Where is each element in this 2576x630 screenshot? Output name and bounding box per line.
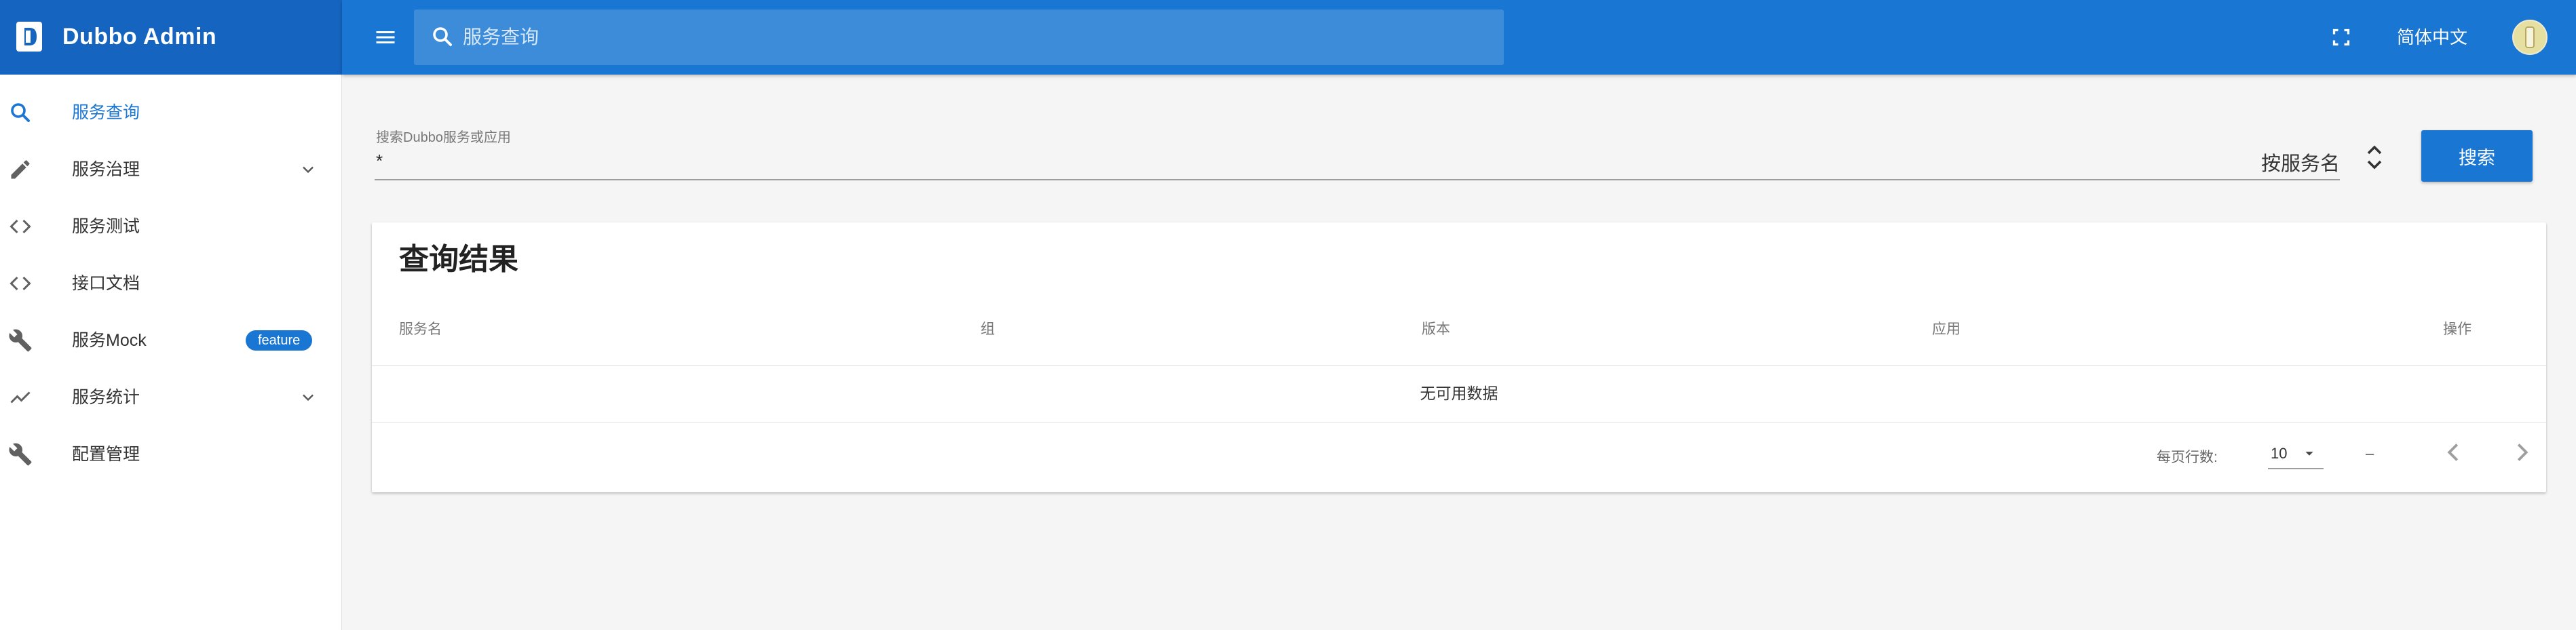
fullscreen-icon[interactable] — [2329, 25, 2353, 50]
sidebar-item-label: 服务测试 — [72, 217, 140, 236]
column-header-group[interactable]: 组 — [981, 320, 995, 339]
code-icon — [10, 219, 31, 234]
avatar-figure — [2525, 26, 2535, 48]
sidebar-item-config-management[interactable]: 配置管理 — [0, 426, 342, 483]
chevron-down-icon[interactable] — [299, 388, 318, 407]
unfold-icon[interactable] — [2364, 141, 2385, 174]
page-range-text: – — [2366, 445, 2374, 462]
top-app-bar: 简体中文 — [342, 0, 2576, 75]
sidebar-item-label: 服务Mock — [72, 331, 147, 350]
sidebar-item-label: 服务治理 — [72, 160, 140, 179]
dubbo-logo-icon — [16, 22, 42, 52]
rows-per-page-label: 每页行数: — [2157, 450, 2218, 465]
search-field-label: 搜索Dubbo服务或应用 — [376, 130, 511, 145]
sidebar-item-service-test[interactable]: 服务测试 — [0, 198, 342, 255]
sidebar-item-label: 服务查询 — [72, 103, 140, 122]
chevron-right-icon[interactable] — [2507, 437, 2538, 468]
sidebar-item-service-governance[interactable]: 服务治理 — [0, 141, 342, 198]
search-type-select[interactable]: 按服务名 — [2261, 148, 2340, 176]
app-title: Dubbo Admin — [62, 24, 217, 50]
navigation-drawer: Dubbo Admin 服务查询 服务治理 服务测试 接口文档 服务Mock f… — [0, 0, 342, 630]
sidebar-nav: 服务查询 服务治理 服务测试 接口文档 服务Mock feature 服务统计 … — [0, 84, 342, 483]
chevron-down-icon[interactable] — [299, 160, 318, 179]
global-search-input[interactable] — [463, 9, 1481, 65]
sidebar-item-label: 服务统计 — [72, 388, 140, 407]
results-card: 查询结果 服务名 组 版本 应用 操作 无可用数据 每页行数: 10 – — [372, 222, 2546, 492]
avatar[interactable] — [2512, 20, 2547, 55]
search-field-underline — [375, 179, 2340, 180]
code-icon — [10, 276, 31, 291]
results-title: 查询结果 — [399, 243, 518, 276]
chevron-left-icon[interactable] — [2438, 437, 2469, 468]
column-header-application[interactable]: 应用 — [1932, 320, 1961, 339]
menu-icon[interactable] — [373, 25, 398, 50]
sidebar-item-api-docs[interactable]: 接口文档 — [0, 255, 342, 312]
sidebar-item-service-search[interactable]: 服务查询 — [0, 84, 342, 141]
service-search-form: 搜索Dubbo服务或应用 * 按服务名 — [375, 122, 2566, 197]
sidebar-item-label: 接口文档 — [72, 274, 140, 293]
search-button[interactable]: 搜索 — [2421, 130, 2533, 182]
search-icon — [11, 103, 30, 122]
language-switcher[interactable]: 简体中文 — [2397, 23, 2467, 52]
search-icon — [433, 27, 452, 46]
sidebar-item-label: 配置管理 — [72, 445, 140, 464]
caret-down-icon — [2305, 452, 2313, 456]
sidebar-item-service-mock[interactable]: 服务Mock feature — [0, 312, 342, 369]
rows-per-page-value: 10 — [2271, 445, 2288, 462]
column-header-service-name[interactable]: 服务名 — [399, 320, 442, 339]
search-field-input[interactable]: * — [376, 151, 383, 172]
trend-icon — [10, 391, 31, 403]
rows-per-page-select[interactable]: 10 — [2268, 438, 2324, 469]
wrench-icon — [9, 443, 32, 466]
column-header-version[interactable]: 版本 — [1422, 320, 1450, 339]
empty-state-text: 无可用数据 — [1420, 385, 1498, 402]
global-search — [414, 9, 1504, 65]
column-header-operation: 操作 — [2443, 321, 2471, 337]
pencil-icon — [11, 160, 30, 179]
wrench-icon — [9, 329, 32, 352]
sidebar-item-service-stats[interactable]: 服务统计 — [0, 369, 342, 426]
feature-badge: feature — [246, 330, 313, 351]
brand-header: Dubbo Admin — [0, 0, 342, 75]
